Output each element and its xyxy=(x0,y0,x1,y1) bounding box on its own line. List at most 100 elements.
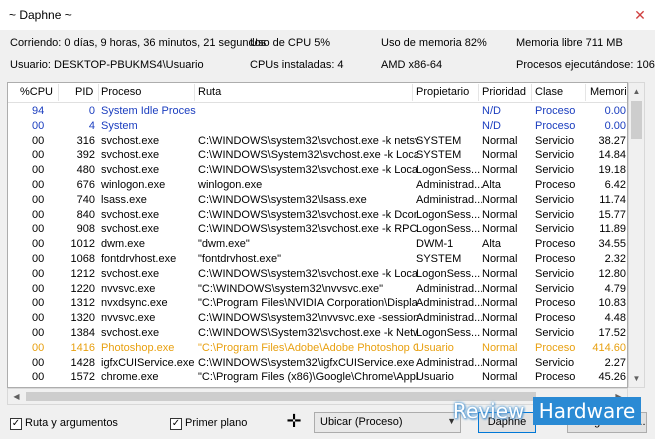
table-row[interactable]: 00 1212 svchost.exe C:\WINDOWS\system32\svc… xyxy=(8,267,627,282)
ruta-argumentos-checkbox[interactable]: ✓ xyxy=(10,418,22,430)
column-separator[interactable] xyxy=(412,84,413,101)
scroll-down-icon[interactable]: ▼ xyxy=(629,370,644,387)
table-row[interactable]: 00 1012 dwm.exe "dwm.exe" DWM-1 Alta Proceso 34… xyxy=(8,237,627,252)
vertical-scrollbar[interactable]: ▲ ▼ xyxy=(628,82,645,388)
row-priority: Normal xyxy=(482,149,518,162)
table-row[interactable]: 00 480 svchost.exe C:\WINDOWS\system32\svch… xyxy=(8,163,627,178)
row-class: Servicio xyxy=(535,356,575,369)
table-row[interactable]: 00 1320 nvvsvc.exe C:\WINDOWS\system32\nvvs… xyxy=(8,311,627,326)
primer-plano-label[interactable]: Primer plano xyxy=(185,417,247,429)
column-header-clase[interactable]: Clase xyxy=(535,86,563,98)
row-process: svchost.exe xyxy=(101,149,160,162)
column-header-proceso[interactable]: Proceso xyxy=(101,86,141,98)
column-separator[interactable] xyxy=(531,84,532,101)
table-row[interactable]: 00 4 System N/D Proceso 0.00 xyxy=(8,119,627,134)
row-class: Proceso xyxy=(535,119,576,132)
column-separator[interactable] xyxy=(585,84,586,101)
row-pid: 1572 xyxy=(70,371,95,384)
table-row[interactable]: 00 676 winlogon.exe winlogon.exe Administrad… xyxy=(8,178,627,193)
column-header-propietario[interactable]: Propietario xyxy=(416,86,469,98)
row-process: svchost.exe xyxy=(101,208,160,221)
row-class: Servicio xyxy=(535,134,575,147)
table-row[interactable]: 00 1384 svchost.exe C:\WINDOWS\System32\svc… xyxy=(8,326,627,341)
row-pid: 740 xyxy=(76,193,95,206)
table-row[interactable]: 94 0 System Idle Process N/D Proceso 0.00 xyxy=(8,104,627,119)
row-path: "C:\Program Files (x86)\Google\Chrome\Ap… xyxy=(198,371,418,384)
row-memory: 14.84 xyxy=(598,149,626,162)
row-class: Proceso xyxy=(535,312,576,325)
row-memory: 11.89 xyxy=(599,223,626,236)
primer-plano-checkbox[interactable]: ✓ xyxy=(170,418,182,430)
process-count-text: Procesos ejecutándose: 106 xyxy=(516,59,655,71)
row-path: C:\WINDOWS\system32\svchost.exe -k Local… xyxy=(198,164,418,177)
column-separator[interactable] xyxy=(194,84,195,101)
column-separator[interactable] xyxy=(58,84,59,101)
row-priority: Normal xyxy=(482,282,518,295)
scroll-left-icon[interactable]: ◀ xyxy=(8,389,25,404)
row-owner: Administrad... xyxy=(416,297,482,310)
column-separator[interactable] xyxy=(98,84,99,101)
scroll-up-icon[interactable]: ▲ xyxy=(629,83,644,100)
ruta-argumentos-label[interactable]: Ruta y argumentos xyxy=(25,417,118,429)
row-process: svchost.exe xyxy=(101,164,160,177)
row-process: lsass.exe xyxy=(101,193,147,206)
row-class: Servicio xyxy=(535,208,575,221)
table-row[interactable]: 00 1416 Photoshop.exe "C:\Program Files\Ado… xyxy=(8,341,627,356)
table-row[interactable]: 00 1220 nvvsvc.exe "C:\WINDOWS\system32\nvv… xyxy=(8,282,627,297)
table-row[interactable]: 00 908 svchost.exe C:\WINDOWS\system32\svch… xyxy=(8,222,627,237)
row-pid: 1384 xyxy=(70,326,95,339)
row-pid: 1012 xyxy=(70,238,95,251)
column-separator[interactable] xyxy=(478,84,479,101)
row-pid: 392 xyxy=(76,149,95,162)
table-row[interactable]: 00 1572 chrome.exe "C:\Program Files (x86)\… xyxy=(8,370,627,385)
row-pid: 1212 xyxy=(70,267,95,280)
row-pid: 840 xyxy=(76,208,95,221)
row-path: "C:\Program Files\Adobe\Adobe Photoshop … xyxy=(198,341,418,354)
row-priority: Normal xyxy=(482,371,518,384)
row-memory: 2.27 xyxy=(604,356,626,369)
close-button[interactable]: ✕ xyxy=(625,0,655,30)
row-path: "fontdrvhost.exe" xyxy=(198,252,282,265)
row-priority: Alta xyxy=(482,238,501,251)
row-memory: 38.27 xyxy=(598,134,626,147)
table-row[interactable]: 00 316 svchost.exe C:\WINDOWS\system32\svch… xyxy=(8,134,627,149)
row-path: C:\WINDOWS\system32\svchost.exe -k RPCSS xyxy=(198,223,418,236)
table-row[interactable]: 00 840 svchost.exe C:\WINDOWS\system32\svch… xyxy=(8,208,627,223)
locate-combo[interactable]: Ubicar (Proceso) ▼ xyxy=(314,412,461,433)
column-header-ruta[interactable]: Ruta xyxy=(198,86,221,98)
table-row[interactable]: 00 1068 fontdrvhost.exe "fontdrvhost.exe" SY… xyxy=(8,252,627,267)
column-header-prioridad[interactable]: Prioridad xyxy=(482,86,526,98)
free-memory-text: Memoria libre 711 MB xyxy=(516,37,623,49)
row-owner: LogonSess... xyxy=(416,326,481,339)
row-path: C:\WINDOWS\system32\lsass.exe xyxy=(198,193,367,206)
table-row[interactable]: 00 392 svchost.exe C:\WINDOWS\System32\svch… xyxy=(8,148,627,163)
title-bar: ~ Daphne ~ ✕ xyxy=(0,0,655,30)
row-process: nvxdsync.exe xyxy=(101,297,168,310)
row-pid: 0 xyxy=(88,105,95,117)
crosshair-icon[interactable]: ✛ xyxy=(283,410,305,432)
column-header-pid[interactable]: PID xyxy=(75,86,93,98)
table-row[interactable]: 00 1428 igfxCUIService.exe C:\WINDOWS\syste… xyxy=(8,356,627,371)
column-header-memoria[interactable]: Memoria xyxy=(590,86,627,98)
stats-row-2: Usuario: DESKTOP-PBUKMS4\Usuario CPUs in… xyxy=(0,59,655,75)
row-memory: 4.79 xyxy=(604,282,626,295)
row-memory: 6.42 xyxy=(604,178,626,191)
column-header-cpu[interactable]: %CPU xyxy=(20,86,53,98)
table-row[interactable]: 00 740 lsass.exe C:\WINDOWS\system32\lsass.… xyxy=(8,193,627,208)
row-priority: N/D xyxy=(482,119,501,132)
row-process: svchost.exe xyxy=(101,134,160,147)
process-list[interactable]: %CPU PID Proceso Ruta Propietario Priori… xyxy=(7,82,628,388)
row-memory: 19.18 xyxy=(598,164,626,177)
vertical-scroll-thumb[interactable] xyxy=(631,101,642,139)
row-owner: Administrad... xyxy=(416,356,482,369)
uptime-text: Corriendo: 0 días, 9 horas, 36 minutos, … xyxy=(10,37,267,49)
row-path: C:\WINDOWS\system32\svchost.exe -k Dcom.… xyxy=(198,208,418,221)
row-priority: Normal xyxy=(482,193,518,206)
row-priority: N/D xyxy=(482,105,501,117)
row-class: Proceso xyxy=(535,105,576,117)
table-row[interactable]: 00 1312 nvxdsync.exe "C:\Program Files\NVID… xyxy=(8,296,627,311)
row-path: "dwm.exe" xyxy=(198,238,250,251)
row-class: Servicio xyxy=(535,164,575,177)
row-pid: 4 xyxy=(88,119,95,132)
row-class: Servicio xyxy=(535,326,575,339)
